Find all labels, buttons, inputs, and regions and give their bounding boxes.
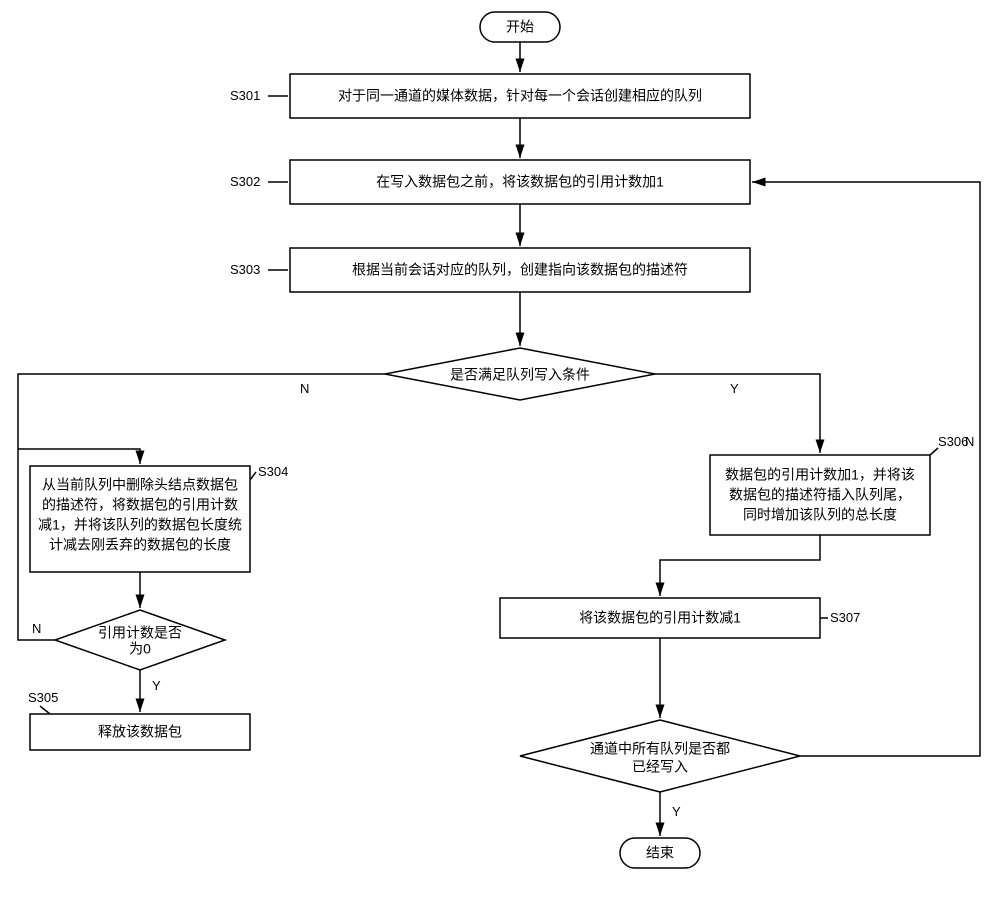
s306-text-l3: 同时增加该队列的总长度: [743, 507, 897, 523]
edge-label-y: Y: [152, 678, 161, 693]
end-label: 结束: [646, 845, 674, 861]
s306-tag: S306: [938, 434, 968, 449]
connector: [40, 706, 50, 714]
s301-text: 对于同一通道的媒体数据，针对每一个会话创建相应的队列: [338, 88, 702, 104]
s304-text-l1: 从当前队列中删除头结点数据包: [42, 477, 238, 493]
s304-node: 从当前队列中删除头结点数据包 的描述符，将数据包的引用计数 减1，并将该队列的数…: [30, 466, 250, 572]
connector: [18, 374, 385, 449]
s303-tag: S303: [230, 262, 260, 277]
s305-tag: S305: [28, 690, 58, 705]
s302-node: 在写入数据包之前，将该数据包的引用计数加1: [290, 160, 750, 204]
s303-text: 根据当前会话对应的队列，创建指向该数据包的描述符: [352, 262, 688, 278]
s306-text-l1: 数据包的引用计数加1，并将该: [725, 467, 915, 483]
s306-node: 数据包的引用计数加1，并将该 数据包的描述符插入队列尾， 同时增加该队列的总长度: [710, 455, 930, 535]
s301-tag: S301: [230, 88, 260, 103]
s304-text-l3: 减1，并将该队列的数据包长度统: [38, 517, 242, 533]
s305-node: 释放该数据包: [30, 714, 250, 750]
edge-label-n: N: [32, 621, 41, 636]
d3-node: 通道中所有队列是否都 已经写入: [520, 720, 800, 792]
connector: [930, 448, 938, 455]
arrow: [660, 535, 820, 596]
arrow: [18, 449, 140, 464]
s307-node: 将该数据包的引用计数减1: [500, 598, 820, 638]
d1-node: 是否满足队列写入条件: [385, 348, 655, 400]
s304-tag: S304: [258, 464, 288, 479]
d2-text-l1: 引用计数是否: [98, 625, 182, 641]
edge-label-y: Y: [672, 804, 681, 819]
end-node: 结束: [620, 838, 700, 868]
s305-text: 释放该数据包: [98, 724, 182, 740]
d3-text-l1: 通道中所有队列是否都: [590, 741, 730, 757]
edge-label-y: Y: [730, 381, 739, 396]
start-node: 开始: [480, 12, 560, 42]
connector: [250, 472, 256, 480]
start-label: 开始: [506, 19, 534, 35]
d1-text: 是否满足队列写入条件: [450, 367, 590, 383]
d2-node: 引用计数是否 为0: [55, 610, 225, 670]
edge-label-n: N: [965, 434, 974, 449]
flowchart: 开始 对于同一通道的媒体数据，针对每一个会话创建相应的队列 S301 在写入数据…: [0, 0, 1000, 897]
s303-node: 根据当前会话对应的队列，创建指向该数据包的描述符: [290, 248, 750, 292]
s307-tag: S307: [830, 610, 860, 625]
s304-text-l2: 的描述符，将数据包的引用计数: [42, 497, 238, 513]
s302-tag: S302: [230, 174, 260, 189]
edge-label-n: N: [300, 381, 309, 396]
s304-text-l4: 计减去刚丢弃的数据包的长度: [49, 537, 231, 553]
s307-text: 将该数据包的引用计数减1: [579, 610, 741, 626]
d3-text-l2: 已经写入: [632, 759, 688, 775]
s306-text-l2: 数据包的描述符插入队列尾，: [729, 487, 911, 503]
d2-text-l2: 为0: [129, 641, 151, 657]
s302-text: 在写入数据包之前，将该数据包的引用计数加1: [376, 174, 664, 190]
s301-node: 对于同一通道的媒体数据，针对每一个会话创建相应的队列: [290, 74, 750, 118]
